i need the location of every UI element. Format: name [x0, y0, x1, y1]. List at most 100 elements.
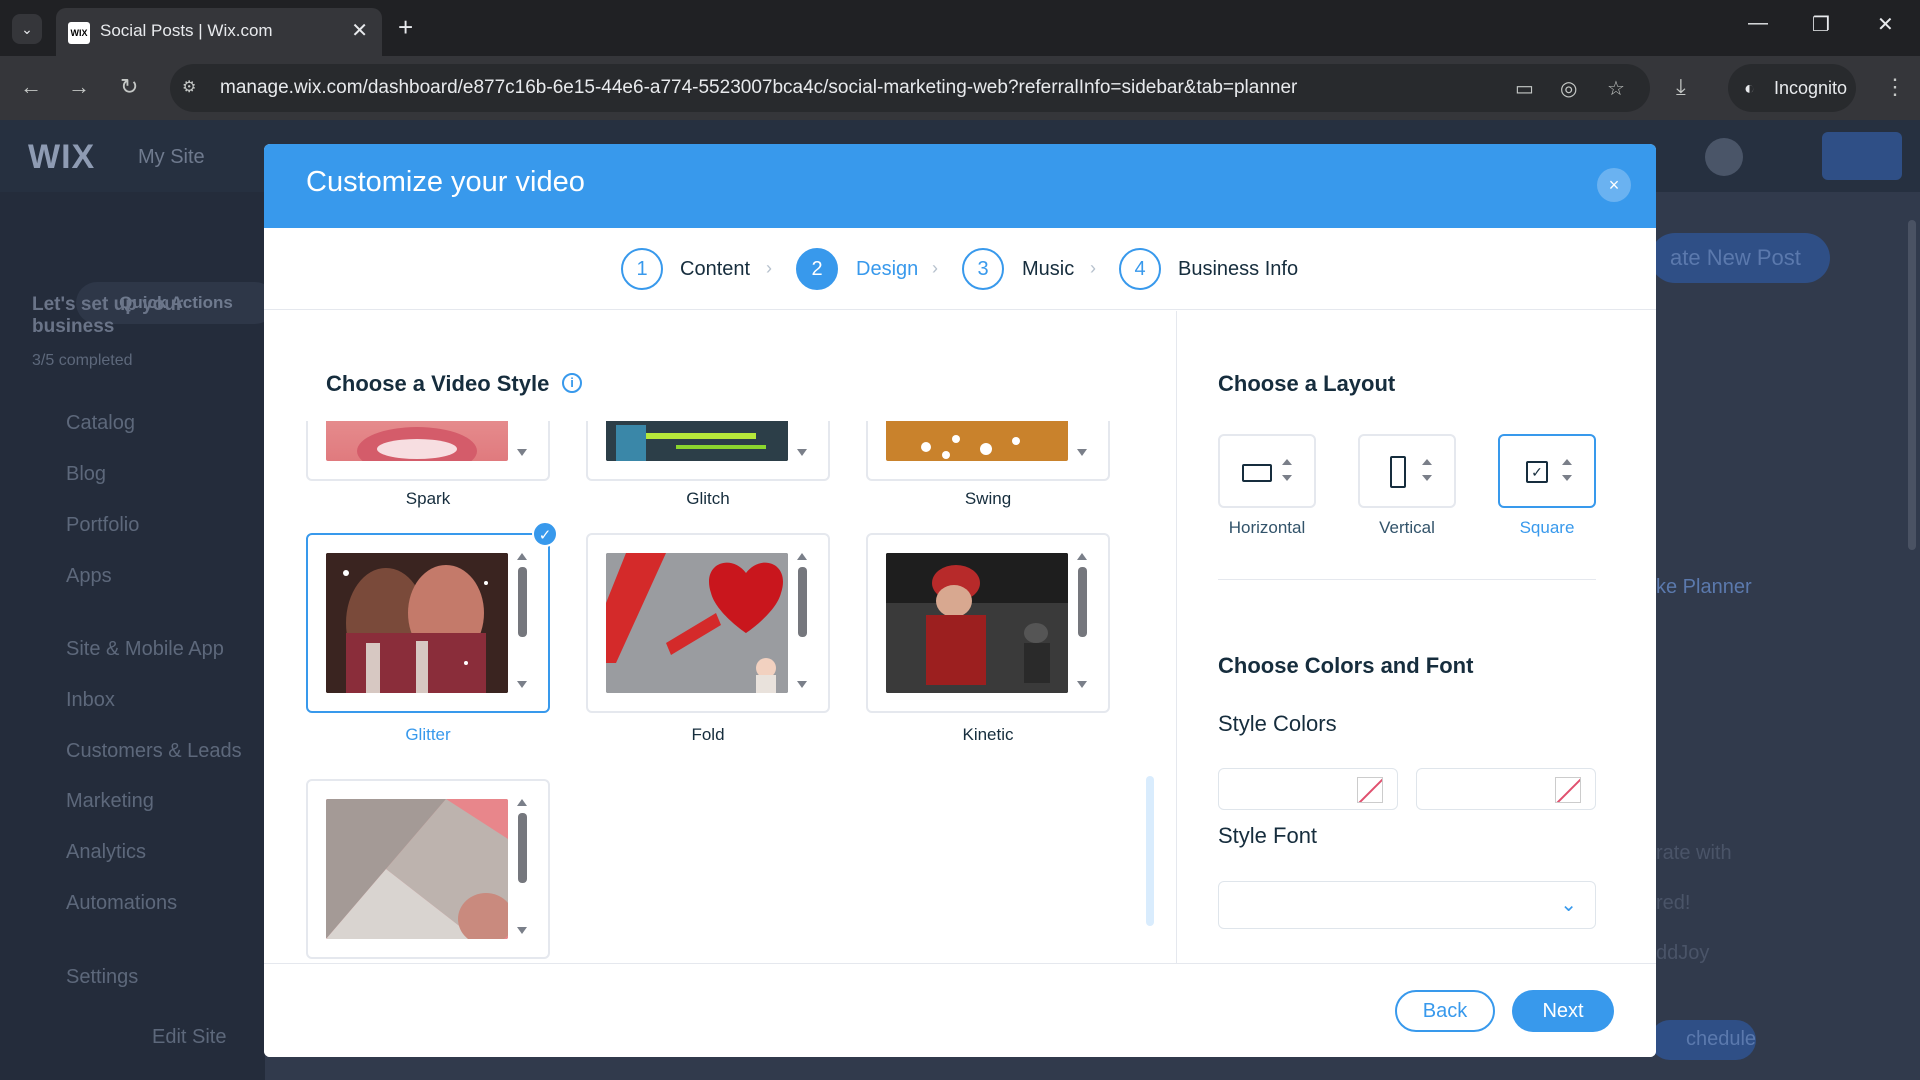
back-button[interactable]: Back [1395, 990, 1495, 1032]
step-4-number[interactable]: 4 [1119, 248, 1161, 290]
back-arrow-icon[interactable]: ← [20, 74, 42, 100]
thumb-scrollbar[interactable] [1072, 553, 1092, 693]
site-info-icon[interactable]: ⚙ [182, 77, 196, 97]
dashboard-sidebar: Quick Actions Let's set up your business… [0, 192, 276, 1080]
style-card-glitter[interactable] [306, 533, 550, 713]
sidebar-item-blog[interactable]: Blog [66, 463, 106, 486]
style-label-spark: Spark [405, 489, 451, 508]
no-color-swatch-icon[interactable] [1357, 777, 1383, 803]
new-tab-icon[interactable]: + [398, 12, 413, 43]
style-color-2-picker[interactable] [1416, 768, 1596, 810]
style-card-spark[interactable] [306, 421, 550, 481]
avatar[interactable] [1705, 138, 1743, 176]
tab-search-button[interactable]: ⌄ [12, 14, 42, 44]
schedule-button[interactable]: chedule [1650, 1020, 1756, 1060]
browser-tab[interactable]: WIX Social Posts | Wix.com ✕ [56, 8, 382, 56]
page-scrollbar[interactable] [1908, 220, 1916, 550]
step-content[interactable]: Content [680, 258, 750, 281]
create-new-post-button[interactable]: ate New Post [1650, 233, 1830, 283]
chevron-right-icon: › [932, 258, 938, 278]
style-font-dropdown[interactable]: ⌄ [1218, 881, 1596, 929]
video-style-title: Choose a Video Style [326, 371, 550, 396]
close-icon[interactable]: × [1597, 168, 1631, 202]
step-design[interactable]: Design [856, 258, 918, 281]
style-card-swing[interactable] [866, 421, 1110, 481]
step-business-info[interactable]: Business Info [1178, 258, 1298, 281]
info-icon[interactable]: i [562, 373, 582, 393]
style-color-1-picker[interactable] [1218, 768, 1398, 810]
thumb-scrollbar[interactable] [512, 553, 532, 693]
sidebar-item-apps[interactable]: Apps [66, 565, 112, 588]
modal-header: Customize your video × [264, 144, 1656, 228]
sidebar-item-automations[interactable]: Automations [66, 892, 177, 915]
vertical-icon [1390, 456, 1406, 488]
sidebar-item-portfolio[interactable]: Portfolio [66, 514, 139, 537]
address-bar[interactable]: ⚙ manage.wix.com/dashboard/e877c16b-6e15… [170, 64, 1650, 112]
incognito-icon: ◐ [1744, 78, 1755, 98]
style-list-scrollbar[interactable] [1146, 776, 1154, 926]
layout-square-option[interactable]: ✓ [1498, 434, 1596, 508]
next-button[interactable]: Next [1512, 990, 1614, 1032]
promo-text-3: ddJoy [1656, 942, 1710, 964]
sidebar-item-site-mobile-app[interactable]: Site & Mobile App [66, 638, 224, 661]
spinner-arrows-icon [1282, 459, 1292, 485]
promo-text-2: red! [1656, 892, 1691, 914]
reload-icon[interactable]: ↻ [120, 74, 138, 100]
sidebar-item-analytics[interactable]: Analytics [66, 841, 146, 864]
thumb-scrollbar[interactable] [512, 421, 532, 461]
sidebar-item-marketing[interactable]: Marketing [66, 790, 154, 813]
url-text[interactable]: manage.wix.com/dashboard/e877c16b-6e15-4… [220, 77, 1297, 99]
download-icon[interactable]: ⤓ [1676, 74, 1686, 100]
ai-button[interactable] [1822, 132, 1902, 180]
camera-off-icon[interactable]: ▭ [1515, 76, 1534, 101]
thumb-scrollbar[interactable] [792, 553, 812, 693]
window-close-icon[interactable]: ✕ [1877, 12, 1894, 37]
square-check-icon: ✓ [1526, 461, 1548, 483]
menu-kebab-icon[interactable]: ⋮ [1884, 74, 1906, 100]
style-label-fold: Fold [691, 725, 725, 744]
sidebar-item-catalog[interactable]: Catalog [66, 412, 135, 435]
thumb-scrollbar[interactable] [512, 799, 532, 939]
style-label-kinetic: Kinetic [962, 725, 1014, 744]
incognito-badge[interactable]: ◐ Incognito [1728, 64, 1856, 112]
style-card-fold[interactable] [586, 533, 830, 713]
layout-square-label: Square [1519, 518, 1575, 537]
eye-off-icon[interactable]: ◎ [1560, 76, 1577, 101]
wix-logo: WIX [28, 138, 96, 176]
style-grid[interactable]: Spark Glitch Swing ✓ Glitter Fold Kineti… [304, 421, 1144, 963]
no-color-swatch-icon[interactable] [1555, 777, 1581, 803]
chevron-right-icon: › [766, 258, 772, 278]
divider [1218, 579, 1596, 580]
layout-horizontal-option[interactable] [1218, 434, 1316, 508]
design-options-pane: Choose a Layout Horizontal Vertical ✓ Sq… [1178, 311, 1656, 963]
restore-icon[interactable]: ❐ [1812, 12, 1830, 37]
sidebar-item-customers[interactable]: Customers & Leads [66, 740, 242, 763]
thumb-scrollbar[interactable] [1072, 421, 1092, 461]
layout-horizontal-label: Horizontal [1228, 518, 1306, 537]
selected-check-icon: ✓ [532, 521, 558, 547]
site-selector[interactable]: My Site [138, 146, 205, 169]
sidebar-item-inbox[interactable]: Inbox [66, 689, 115, 712]
step-1-number[interactable]: 1 [621, 248, 663, 290]
tab-title: Social Posts | Wix.com [100, 21, 273, 40]
edit-site-link[interactable]: Edit Site [152, 1026, 226, 1049]
step-3-number[interactable]: 3 [962, 248, 1004, 290]
step-music[interactable]: Music [1022, 258, 1074, 281]
sidebar-item-settings[interactable]: Settings [66, 966, 138, 989]
forward-arrow-icon[interactable]: → [68, 74, 90, 100]
browser-toolbar: ← → ↻ ⚙ manage.wix.com/dashboard/e877c16… [0, 56, 1920, 120]
style-card-kinetic[interactable] [866, 533, 1110, 713]
tab-close-icon[interactable]: ✕ [351, 18, 368, 43]
minimize-icon[interactable]: — [1748, 12, 1768, 35]
glitter-thumbnail [326, 553, 508, 693]
thumb-scrollbar[interactable] [792, 421, 812, 461]
layout-vertical-option[interactable] [1358, 434, 1456, 508]
style-card-glitch[interactable] [586, 421, 830, 481]
star-icon[interactable]: ☆ [1607, 76, 1625, 101]
style-colors-label: Style Colors [1218, 711, 1337, 736]
step-2-number[interactable]: 2 [796, 248, 838, 290]
planner-link[interactable]: ke Planner [1656, 576, 1752, 599]
spark-thumbnail [326, 421, 508, 461]
setup-progress: 3/5 completed [32, 352, 133, 369]
style-card-7[interactable] [306, 779, 550, 959]
